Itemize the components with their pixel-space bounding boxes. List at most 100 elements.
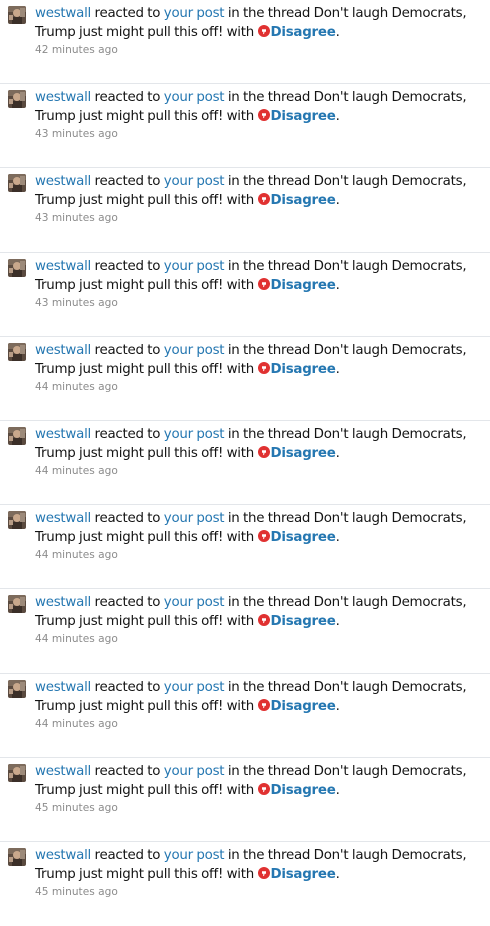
- reaction-link[interactable]: Disagree: [271, 25, 336, 40]
- alert-item: westwall reacted to your post in the thr…: [0, 589, 490, 674]
- alert-body: westwall reacted to your post in the thr…: [35, 762, 484, 815]
- username-link[interactable]: westwall: [35, 595, 91, 610]
- post-link[interactable]: your post: [164, 595, 225, 610]
- avatar-image: [8, 511, 26, 530]
- username-link[interactable]: westwall: [35, 174, 91, 189]
- username-link[interactable]: westwall: [35, 848, 91, 863]
- avatar-image: [8, 679, 26, 698]
- reaction-link[interactable]: Disagree: [271, 867, 336, 882]
- alert-item: westwall reacted to your post in the thr…: [0, 0, 490, 85]
- reaction: Disagree.: [257, 782, 340, 798]
- alert-text: westwall reacted to your post in the thr…: [35, 172, 484, 210]
- alert-time: 45 minutes ago: [35, 801, 118, 814]
- reaction: Disagree.: [257, 866, 340, 882]
- reaction: Disagree.: [257, 614, 340, 629]
- alert-text: westwall reacted to your post in the thr…: [35, 425, 484, 463]
- reaction-link[interactable]: Disagree: [271, 278, 336, 293]
- reaction-link[interactable]: Disagree: [271, 699, 336, 714]
- username-link[interactable]: westwall: [35, 90, 91, 105]
- username-link[interactable]: westwall: [35, 680, 91, 695]
- disagree-icon: [257, 277, 270, 290]
- user-avatar[interactable]: [8, 511, 26, 530]
- user-avatar[interactable]: [8, 847, 26, 866]
- reaction-link[interactable]: Disagree: [271, 362, 336, 377]
- alert-end: .: [335, 193, 340, 209]
- user-avatar[interactable]: [8, 90, 26, 109]
- post-link[interactable]: your post: [164, 6, 225, 21]
- reaction-link[interactable]: Disagree: [271, 530, 336, 545]
- reaction-link[interactable]: Disagree: [271, 614, 336, 629]
- user-avatar[interactable]: [8, 174, 26, 193]
- alert-time: 44 minutes ago: [35, 549, 118, 562]
- post-link[interactable]: your post: [164, 174, 225, 189]
- alert-end: .: [335, 530, 340, 546]
- reaction-link[interactable]: Disagree: [271, 446, 336, 461]
- post-link[interactable]: your post: [164, 511, 225, 526]
- alerts-list: westwall reacted to your post in the thr…: [0, 0, 490, 926]
- alert-item: westwall reacted to your post in the thr…: [0, 842, 490, 926]
- alert-time: 44 minutes ago: [35, 717, 118, 730]
- disagree-icon: [257, 109, 270, 122]
- alert-body: westwall reacted to your post in the thr…: [35, 257, 484, 310]
- reaction-link[interactable]: Disagree: [271, 193, 336, 208]
- alert-body: westwall reacted to your post in the thr…: [35, 846, 484, 899]
- reaction: Disagree.: [257, 698, 340, 714]
- alert-item: westwall reacted to your post in the thr…: [0, 168, 490, 253]
- alert-body: westwall reacted to your post in the thr…: [35, 88, 484, 141]
- disagree-icon: [257, 361, 270, 374]
- user-avatar[interactable]: [8, 258, 26, 277]
- alert-item: westwall reacted to your post in the thr…: [0, 253, 490, 337]
- reaction: Disagree.: [257, 277, 340, 293]
- user-avatar[interactable]: [8, 595, 26, 614]
- alert-item: westwall reacted to your post in the thr…: [0, 505, 490, 590]
- alert-verb: reacted to: [94, 90, 161, 106]
- alert-end: .: [335, 698, 340, 714]
- reaction: Disagree.: [257, 109, 340, 125]
- user-avatar[interactable]: [8, 763, 26, 782]
- disagree-icon: [257, 445, 270, 458]
- alert-end: .: [335, 25, 340, 40]
- username-link[interactable]: westwall: [35, 511, 91, 526]
- alert-item: westwall reacted to your post in the thr…: [0, 337, 490, 421]
- username-link[interactable]: westwall: [35, 6, 91, 21]
- reaction: Disagree.: [257, 530, 340, 546]
- post-link[interactable]: your post: [164, 90, 225, 105]
- alert-verb: reacted to: [94, 763, 161, 779]
- avatar-image: [8, 6, 26, 24]
- alert-item: westwall reacted to your post in the thr…: [0, 421, 490, 506]
- user-avatar[interactable]: [8, 426, 26, 445]
- reaction: Disagree.: [257, 445, 340, 461]
- user-avatar[interactable]: [8, 6, 26, 24]
- post-link[interactable]: your post: [164, 259, 225, 274]
- alert-text: westwall reacted to your post in the thr…: [35, 257, 484, 295]
- avatar-image: [8, 763, 26, 782]
- post-link[interactable]: your post: [164, 848, 225, 863]
- alert-verb: reacted to: [94, 679, 161, 695]
- username-link[interactable]: westwall: [35, 343, 91, 358]
- disagree-icon: [257, 193, 270, 206]
- alert-text: westwall reacted to your post in the thr…: [35, 509, 484, 547]
- alert-text: westwall reacted to your post in the thr…: [35, 88, 484, 126]
- avatar-image: [8, 595, 26, 614]
- user-avatar[interactable]: [8, 679, 26, 698]
- alert-end: .: [335, 445, 340, 461]
- post-link[interactable]: your post: [164, 764, 225, 779]
- alert-time: 44 minutes ago: [35, 464, 118, 477]
- user-avatar[interactable]: [8, 342, 26, 361]
- username-link[interactable]: westwall: [35, 764, 91, 779]
- alert-text: westwall reacted to your post in the thr…: [35, 4, 484, 42]
- username-link[interactable]: westwall: [35, 259, 91, 274]
- post-link[interactable]: your post: [164, 343, 225, 358]
- alert-end: .: [335, 866, 340, 882]
- avatar-image: [8, 847, 26, 866]
- alert-verb: reacted to: [94, 174, 161, 190]
- username-link[interactable]: westwall: [35, 427, 91, 442]
- reaction-link[interactable]: Disagree: [271, 109, 336, 124]
- post-link[interactable]: your post: [164, 680, 225, 695]
- post-link[interactable]: your post: [164, 427, 225, 442]
- alert-end: .: [335, 109, 340, 125]
- alert-time: 45 minutes ago: [35, 885, 118, 898]
- alert-item: westwall reacted to your post in the thr…: [0, 674, 490, 758]
- alert-body: westwall reacted to your post in the thr…: [35, 593, 484, 646]
- reaction-link[interactable]: Disagree: [271, 783, 336, 798]
